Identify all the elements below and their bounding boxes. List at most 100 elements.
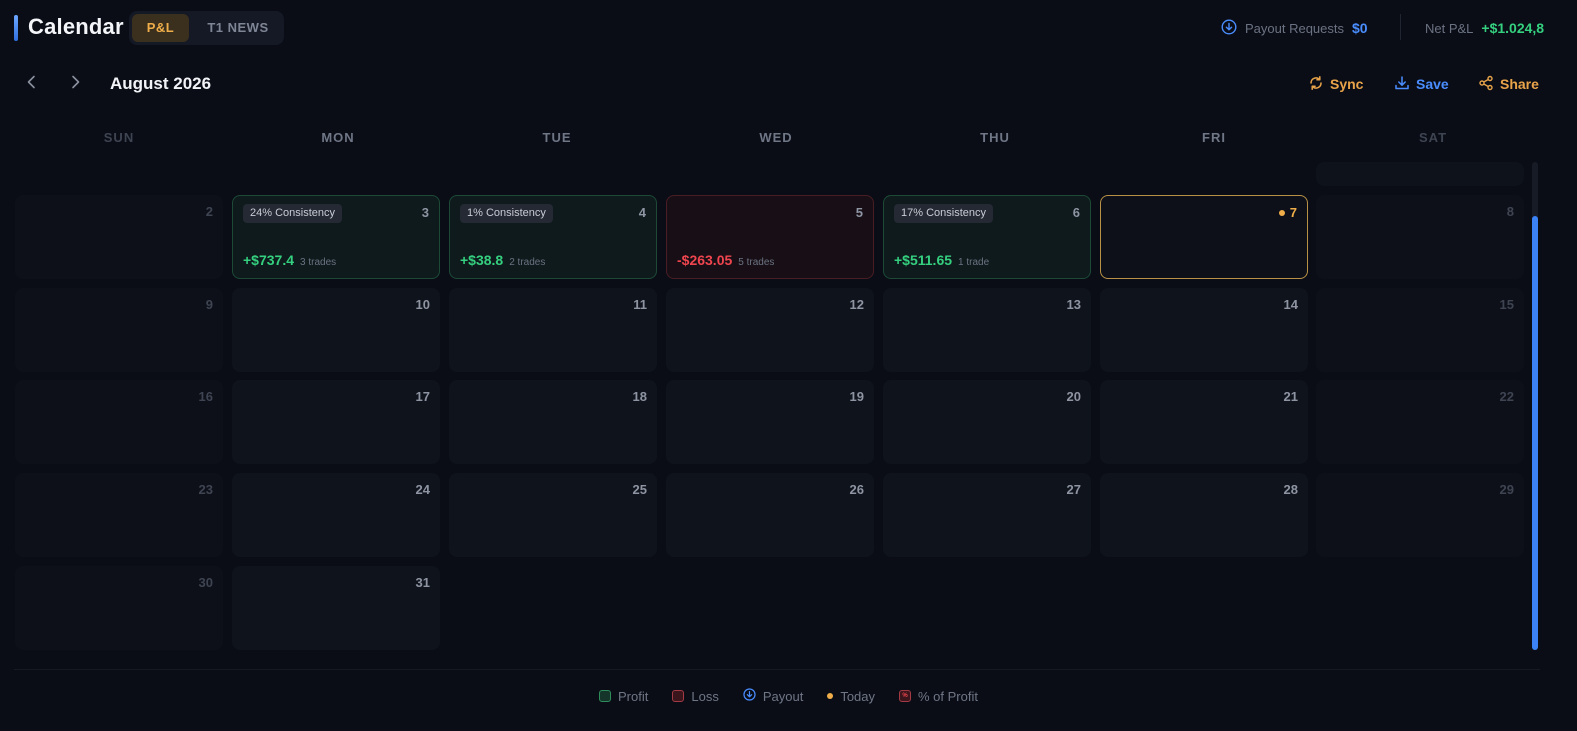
calendar-day[interactable]: 8 xyxy=(1316,195,1524,279)
day-number: 10 xyxy=(415,297,430,312)
day-number: 28 xyxy=(1283,482,1298,497)
view-tabs: P&L T1 NEWS xyxy=(129,11,284,45)
day-number: 19 xyxy=(849,389,864,404)
calendar-day[interactable]: 11 xyxy=(449,288,657,372)
calendar-day[interactable]: 10 xyxy=(232,288,440,372)
arrow-down-circle-icon xyxy=(1221,18,1237,38)
legend-payout-label: Payout xyxy=(762,688,804,704)
day-number: 5 xyxy=(855,205,863,220)
legend-loss-label: Loss xyxy=(691,688,719,704)
calendar-day[interactable]: 31 xyxy=(232,566,440,650)
calendar-day[interactable]: 20 xyxy=(883,380,1091,464)
trade-count: 1 trade xyxy=(958,257,990,268)
prev-month-button[interactable] xyxy=(20,72,44,96)
payout-requests-value: $0 xyxy=(1352,20,1368,36)
calendar-day[interactable]: 24 xyxy=(232,473,440,557)
percent-icon: % xyxy=(899,690,912,702)
calendar-day[interactable]: 2 xyxy=(15,195,223,279)
sync-button[interactable]: Sync xyxy=(1308,74,1363,94)
weekday-thu: THU xyxy=(980,130,1010,145)
day-number: 27 xyxy=(1066,482,1081,497)
chevron-left-icon xyxy=(26,75,38,94)
arrow-down-circle-icon xyxy=(743,688,756,704)
day-number: 13 xyxy=(1066,297,1081,312)
pnl-amount: -$263.05 xyxy=(677,252,733,268)
calendar-day[interactable]: 30 xyxy=(15,566,223,650)
calendar-day-loss[interactable]: 5 -$263.05 5 trades xyxy=(666,195,874,279)
calendar-scrollbar[interactable] xyxy=(1532,162,1538,650)
legend-payout: Payout xyxy=(743,688,803,704)
save-label: Save xyxy=(1416,76,1449,92)
day-number: 24 xyxy=(415,482,430,497)
day-number: 25 xyxy=(632,482,647,497)
day-number: 18 xyxy=(632,389,647,404)
loss-swatch xyxy=(672,690,685,702)
calendar-day[interactable]: 9 xyxy=(15,288,223,372)
calendar-day-profit[interactable]: 24% Consistency 3 +$737.4 3 trades xyxy=(232,195,440,279)
day-number: 12 xyxy=(849,297,864,312)
calendar-day[interactable]: 16 xyxy=(15,380,223,464)
calendar-day[interactable]: 25 xyxy=(449,473,657,557)
sync-icon xyxy=(1308,75,1324,94)
legend-pct-label: % of Profit xyxy=(918,688,978,704)
calendar-day[interactable]: 19 xyxy=(666,380,874,464)
calendar-day[interactable]: 27 xyxy=(883,473,1091,557)
calendar-day[interactable]: 13 xyxy=(883,288,1091,372)
day-number: 22 xyxy=(1499,389,1514,404)
tab-t1-news[interactable]: T1 NEWS xyxy=(195,14,281,42)
next-month-button[interactable] xyxy=(63,72,87,96)
calendar-day[interactable]: 21 xyxy=(1100,380,1308,464)
calendar-day-1-partial[interactable] xyxy=(1316,162,1524,186)
header-divider xyxy=(1400,14,1401,40)
pnl-amount: +$511.65 xyxy=(894,252,953,268)
calendar-day[interactable]: 28 xyxy=(1100,473,1308,557)
calendar-day-profit[interactable]: 17% Consistency 6 +$511.65 1 trade xyxy=(883,195,1091,279)
save-button[interactable]: Save xyxy=(1394,74,1449,94)
calendar-day[interactable]: 18 xyxy=(449,380,657,464)
app-header: Calendar P&L T1 NEWS Payout Requests $0 … xyxy=(0,0,1577,56)
calendar-day[interactable]: 23 xyxy=(15,473,223,557)
calendar-day-today[interactable]: 7 xyxy=(1100,195,1308,279)
calendar-day[interactable]: 26 xyxy=(666,473,874,557)
payout-requests[interactable]: Payout Requests $0 xyxy=(1221,18,1368,38)
profit-swatch xyxy=(599,690,612,702)
calendar-day[interactable]: 14 xyxy=(1100,288,1308,372)
legend-pct-profit: % % of Profit xyxy=(899,689,978,704)
day-number: 11 xyxy=(633,297,647,312)
day-number: 3 xyxy=(421,205,429,220)
calendar-day[interactable]: 17 xyxy=(232,380,440,464)
footer-divider xyxy=(14,669,1540,670)
weekday-mon: MON xyxy=(321,130,355,145)
day-number: 6 xyxy=(1072,205,1080,220)
day-number: 9 xyxy=(205,297,213,312)
consistency-badge: 1% Consistency xyxy=(460,204,553,223)
calendar-day[interactable]: 29 xyxy=(1316,473,1524,557)
today-dot-icon xyxy=(827,693,834,699)
calendar-day[interactable]: 12 xyxy=(666,288,874,372)
day-number: 30 xyxy=(198,575,213,590)
pnl-amount: +$737.4 xyxy=(243,252,294,268)
day-number: 31 xyxy=(415,575,430,590)
day-number: 14 xyxy=(1283,297,1298,312)
calendar-day-profit[interactable]: 1% Consistency 4 +$38.8 2 trades xyxy=(449,195,657,279)
day-number: 7 xyxy=(1289,205,1297,220)
weekday-sat: SAT xyxy=(1418,130,1448,145)
weekday-wed: WED xyxy=(759,130,793,145)
weekday-tue: TUE xyxy=(542,130,572,145)
weekday-sun: SUN xyxy=(103,130,135,145)
day-number: 16 xyxy=(198,389,213,404)
day-pnl: +$737.4 3 trades xyxy=(243,252,336,268)
today-dot xyxy=(1278,209,1285,216)
share-button[interactable]: Share xyxy=(1478,74,1539,94)
trade-count: 3 trades xyxy=(300,257,337,268)
day-pnl: +$38.8 2 trades xyxy=(460,252,545,268)
calendar-day[interactable]: 22 xyxy=(1316,380,1524,464)
legend-today: Today xyxy=(827,689,875,704)
calendar-day[interactable]: 15 xyxy=(1316,288,1524,372)
day-number: 26 xyxy=(849,482,864,497)
scrollbar-thumb[interactable] xyxy=(1532,216,1538,650)
day-number-today: 7 xyxy=(1278,205,1297,220)
tab-pl[interactable]: P&L xyxy=(132,14,189,42)
legend-today-label: Today xyxy=(840,688,876,704)
net-pl-value: +$1.024,8 xyxy=(1481,20,1545,36)
